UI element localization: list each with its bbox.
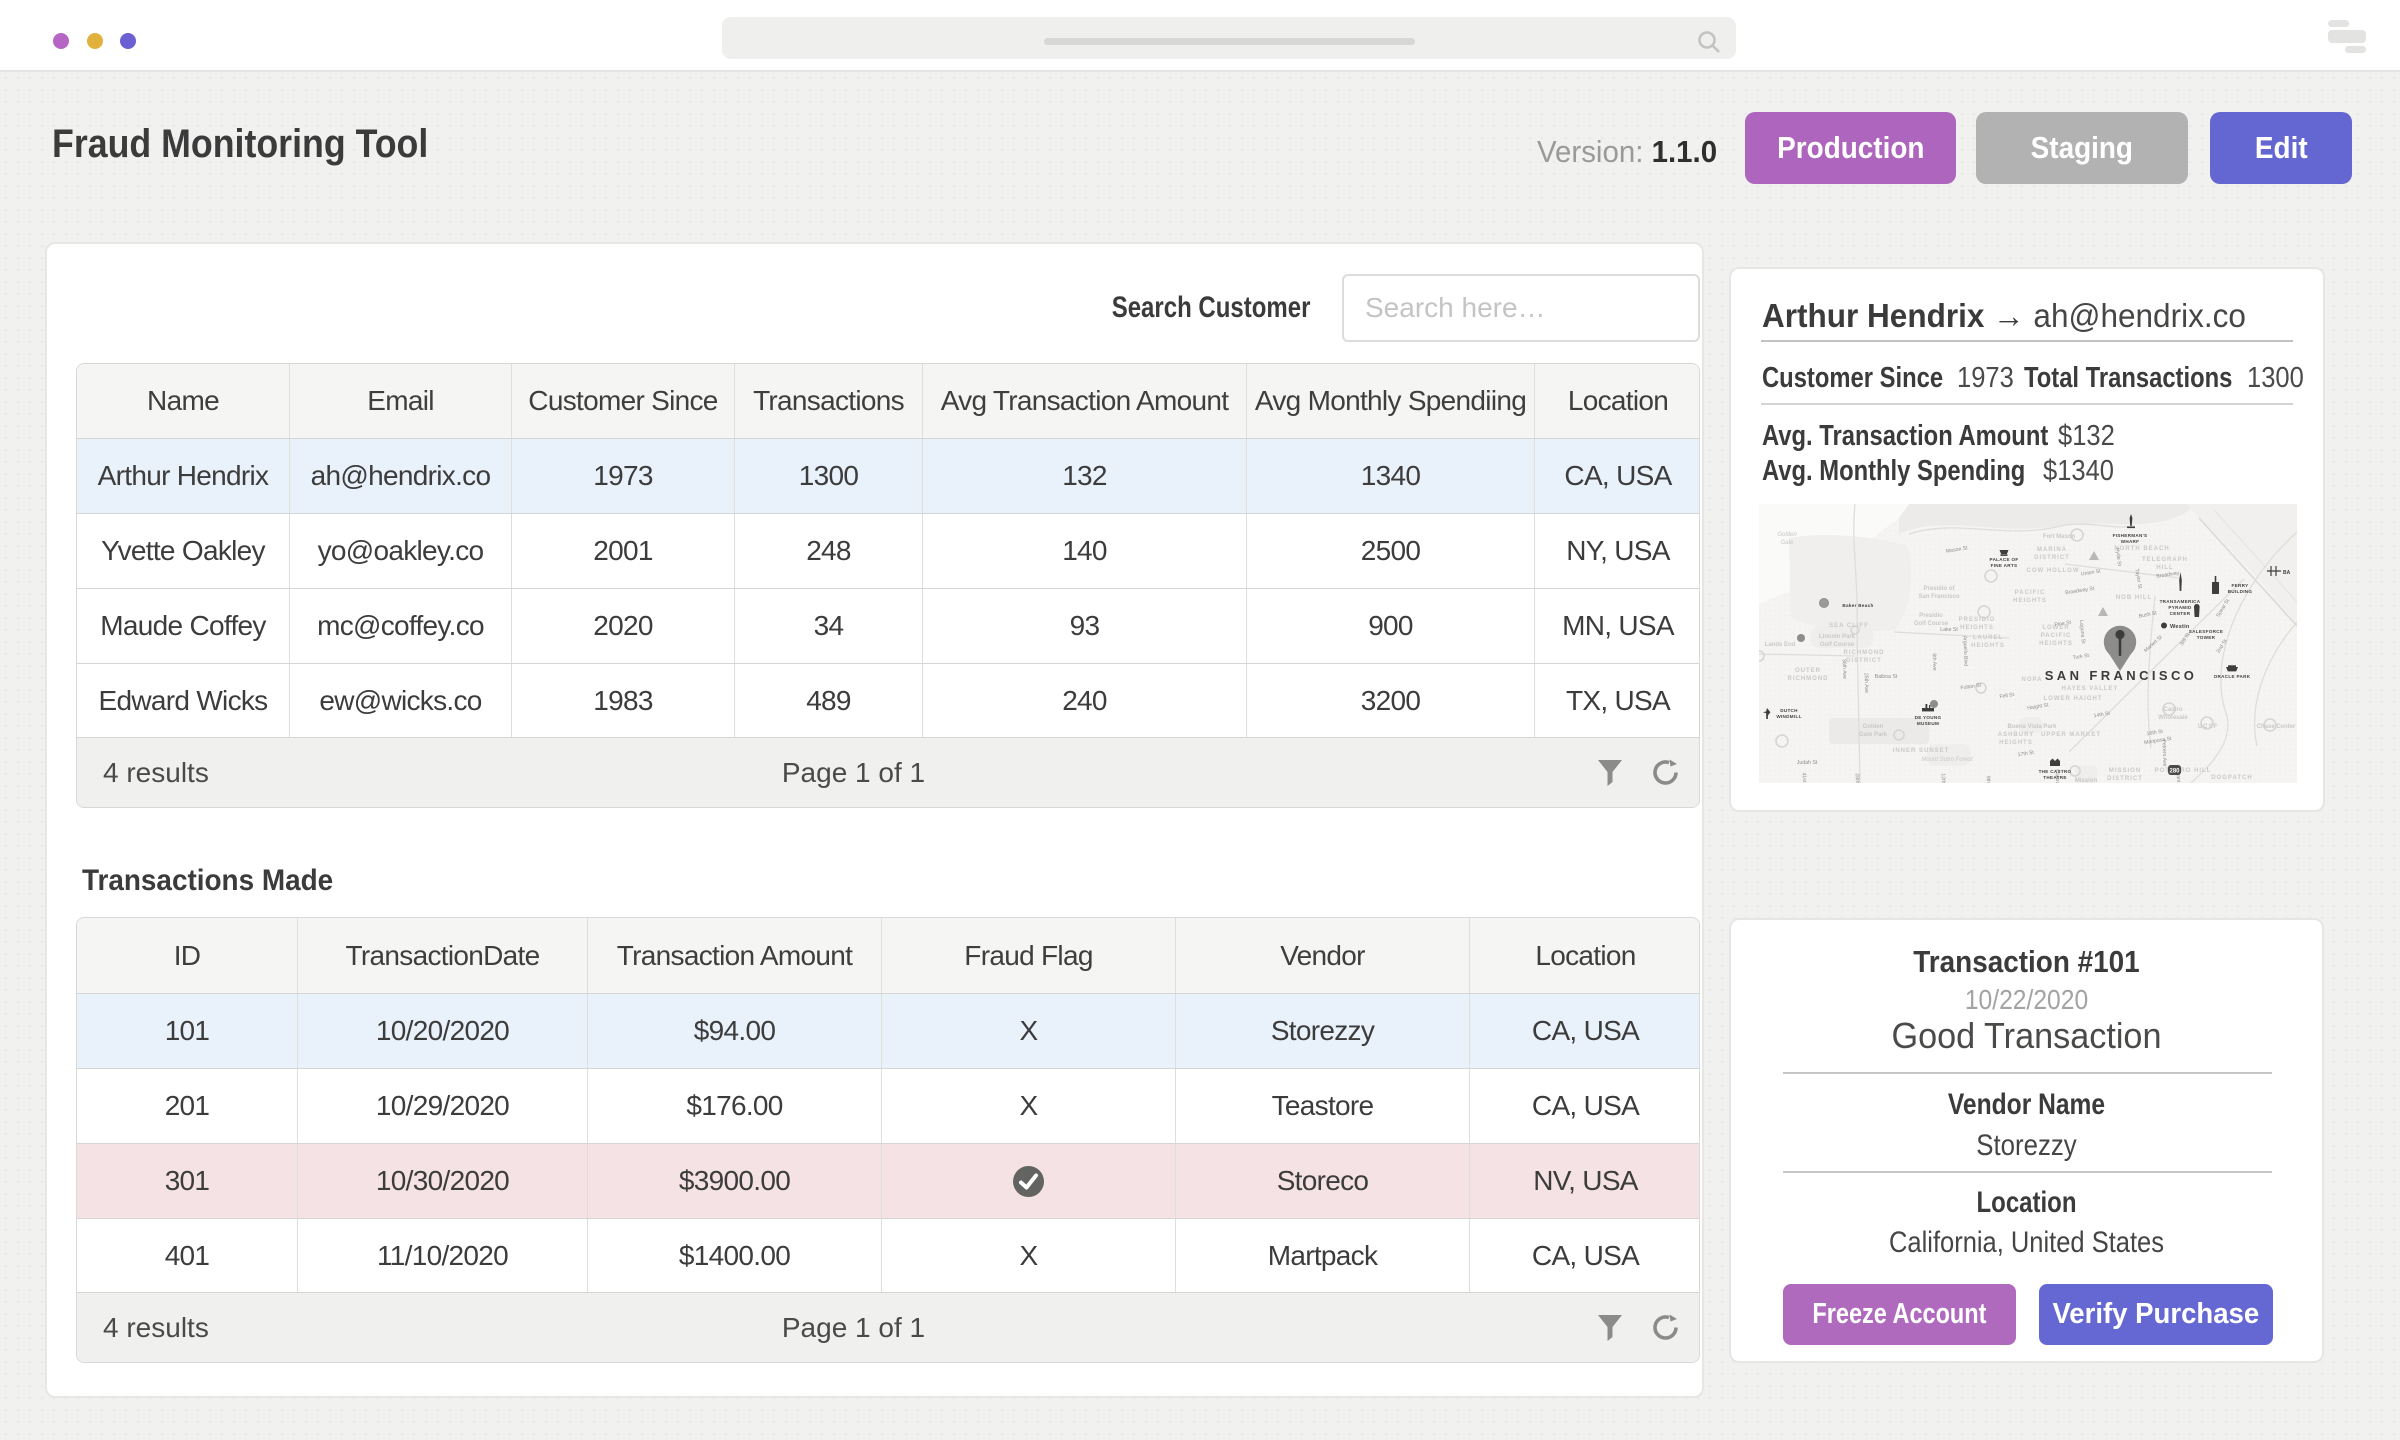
svg-text:PYRAMID: PYRAMID — [2168, 605, 2192, 610]
svg-text:PACIFIC: PACIFIC — [2041, 633, 2072, 639]
svg-text:DISTRICT: DISTRICT — [2034, 555, 2070, 561]
svg-text:PALACE OF: PALACE OF — [1990, 557, 2019, 562]
svg-text:ORACLE PARK: ORACLE PARK — [2214, 674, 2251, 679]
svg-text:36th Ave: 36th Ave — [1841, 659, 1848, 679]
svg-text:Gate: Gate — [1780, 540, 1794, 546]
svg-text:Mission: Mission — [2075, 778, 2098, 783]
svg-text:DISTRICT: DISTRICT — [1846, 658, 1882, 664]
svg-text:BUILDING: BUILDING — [2228, 589, 2253, 594]
svg-text:Fort Mason: Fort Mason — [2043, 534, 2076, 540]
svg-text:San Francisco: San Francisco — [1918, 594, 1959, 600]
svg-text:HEIGHTS: HEIGHTS — [1960, 625, 1994, 631]
svg-text:CENTER: CENTER — [2170, 611, 2191, 616]
svg-text:TOWER: TOWER — [2197, 635, 2216, 640]
svg-text:Golden: Golden — [1777, 532, 1797, 538]
svg-text:MUSEUM: MUSEUM — [1917, 721, 1939, 726]
svg-text:THE CASTRO: THE CASTRO — [2039, 769, 2072, 774]
svg-text:Presidio: Presidio — [1919, 613, 1943, 619]
svg-text:FISHERMAN'S: FISHERMAN'S — [2113, 533, 2148, 538]
svg-text:Castro: Castro — [2163, 707, 2182, 713]
svg-text:Balboa St: Balboa St — [1875, 674, 1898, 680]
svg-text:LAUREL: LAUREL — [1973, 635, 2003, 641]
svg-text:DE YOUNG: DE YOUNG — [1915, 715, 1942, 720]
svg-text:Petrero Ave: Petrero Ave — [2161, 739, 2168, 766]
svg-text:BA: BA — [2283, 570, 2291, 576]
svg-text:UPPER MARKET: UPPER MARKET — [2041, 732, 2101, 738]
svg-text:HAYES VALLEY: HAYES VALLEY — [2061, 686, 2118, 692]
svg-text:Lincoln Park: Lincoln Park — [1819, 634, 1856, 640]
svg-text:SAN FRANCISCO: SAN FRANCISCO — [2045, 668, 2198, 683]
svg-text:Lake St: Lake St — [1940, 627, 1958, 633]
svg-text:Gate Park: Gate Park — [1859, 732, 1888, 738]
svg-text:TELEGRAPH: TELEGRAPH — [2142, 557, 2188, 563]
svg-text:COW HOLLOW: COW HOLLOW — [2027, 568, 2080, 574]
svg-text:FINE ARTS: FINE ARTS — [1991, 563, 2018, 568]
svg-text:Golf Course: Golf Course — [1820, 642, 1855, 648]
svg-text:280: 280 — [2169, 769, 2180, 775]
svg-text:POTRERO HILL: POTRERO HILL — [2155, 768, 2212, 774]
svg-text:ASHBURY: ASHBURY — [1998, 732, 2034, 738]
svg-text:NOPA: NOPA — [2022, 677, 2043, 683]
svg-text:Baker Beach: Baker Beach — [1842, 603, 1873, 608]
svg-text:UCSF: UCSF — [2198, 724, 2218, 730]
svg-text:THEATRE: THEATRE — [2043, 775, 2066, 780]
svg-text:NORTH BEACH: NORTH BEACH — [2114, 546, 2169, 552]
svg-text:HEIGHTS: HEIGHTS — [1971, 643, 2005, 649]
svg-text:INNER SUNSET: INNER SUNSET — [1893, 748, 1950, 754]
svg-text:LOWER HAIGHT: LOWER HAIGHT — [2044, 696, 2103, 702]
svg-text:PACIFIC: PACIFIC — [2015, 590, 2046, 596]
svg-text:12th Av: 12th Av — [1940, 773, 1947, 783]
svg-text:Wholesale: Wholesale — [2158, 715, 2188, 721]
svg-text:OUTER: OUTER — [1795, 668, 1821, 674]
svg-text:PRESIDIO: PRESIDIO — [1959, 617, 1996, 623]
svg-text:WINDMILL: WINDMILL — [1776, 714, 1801, 719]
svg-text:25th Ave: 25th Ave — [1863, 673, 1870, 693]
svg-text:Chase Center: Chase Center — [2257, 724, 2296, 730]
svg-text:SEA CLIFF: SEA CLIFF — [1829, 623, 1869, 629]
svg-text:Buena Vista Park: Buena Vista Park — [2008, 724, 2058, 730]
svg-text:Judah St: Judah St — [1797, 760, 1818, 766]
svg-text:MISSION: MISSION — [2109, 768, 2141, 774]
svg-text:Golden: Golden — [1863, 724, 1884, 730]
svg-text:9th Av: 9th Av — [1985, 776, 1992, 783]
svg-text:Mount Sutro Forest: Mount Sutro Forest — [1921, 757, 1973, 763]
svg-text:TRANSAMERICA: TRANSAMERICA — [2160, 599, 2201, 604]
svg-text:Arguello Blvd: Arguello Blvd — [1961, 636, 1968, 667]
svg-text:HEIGHTS: HEIGHTS — [1999, 740, 2033, 746]
svg-text:MARINA: MARINA — [2037, 547, 2067, 553]
svg-text:HILL: HILL — [2156, 565, 2173, 571]
svg-text:DUTCH: DUTCH — [1780, 708, 1798, 713]
svg-text:SALESFORCE: SALESFORCE — [2189, 629, 2223, 634]
svg-text:DOGPATCH: DOGPATCH — [2211, 775, 2252, 781]
svg-text:41st Av: 41st Av — [1801, 772, 1808, 783]
svg-text:Westin: Westin — [2170, 624, 2190, 630]
svg-text:Presidio of: Presidio of — [1923, 586, 1955, 592]
svg-text:Lands End: Lands End — [1765, 642, 1796, 648]
svg-text:8th Ave: 8th Ave — [1931, 653, 1938, 671]
svg-text:FERRY: FERRY — [2232, 583, 2249, 588]
svg-text:DISTRICT: DISTRICT — [2107, 776, 2143, 782]
svg-text:RICHMOND: RICHMOND — [1788, 676, 1829, 682]
svg-text:WHARF: WHARF — [2121, 539, 2140, 544]
svg-text:HEIGHTS: HEIGHTS — [2039, 641, 2073, 647]
svg-text:NOB HILL: NOB HILL — [2116, 595, 2152, 601]
svg-text:RICHMOND: RICHMOND — [1844, 650, 1885, 656]
svg-text:28th Av: 28th Av — [1854, 773, 1861, 783]
svg-text:HEIGHTS: HEIGHTS — [2013, 598, 2047, 604]
